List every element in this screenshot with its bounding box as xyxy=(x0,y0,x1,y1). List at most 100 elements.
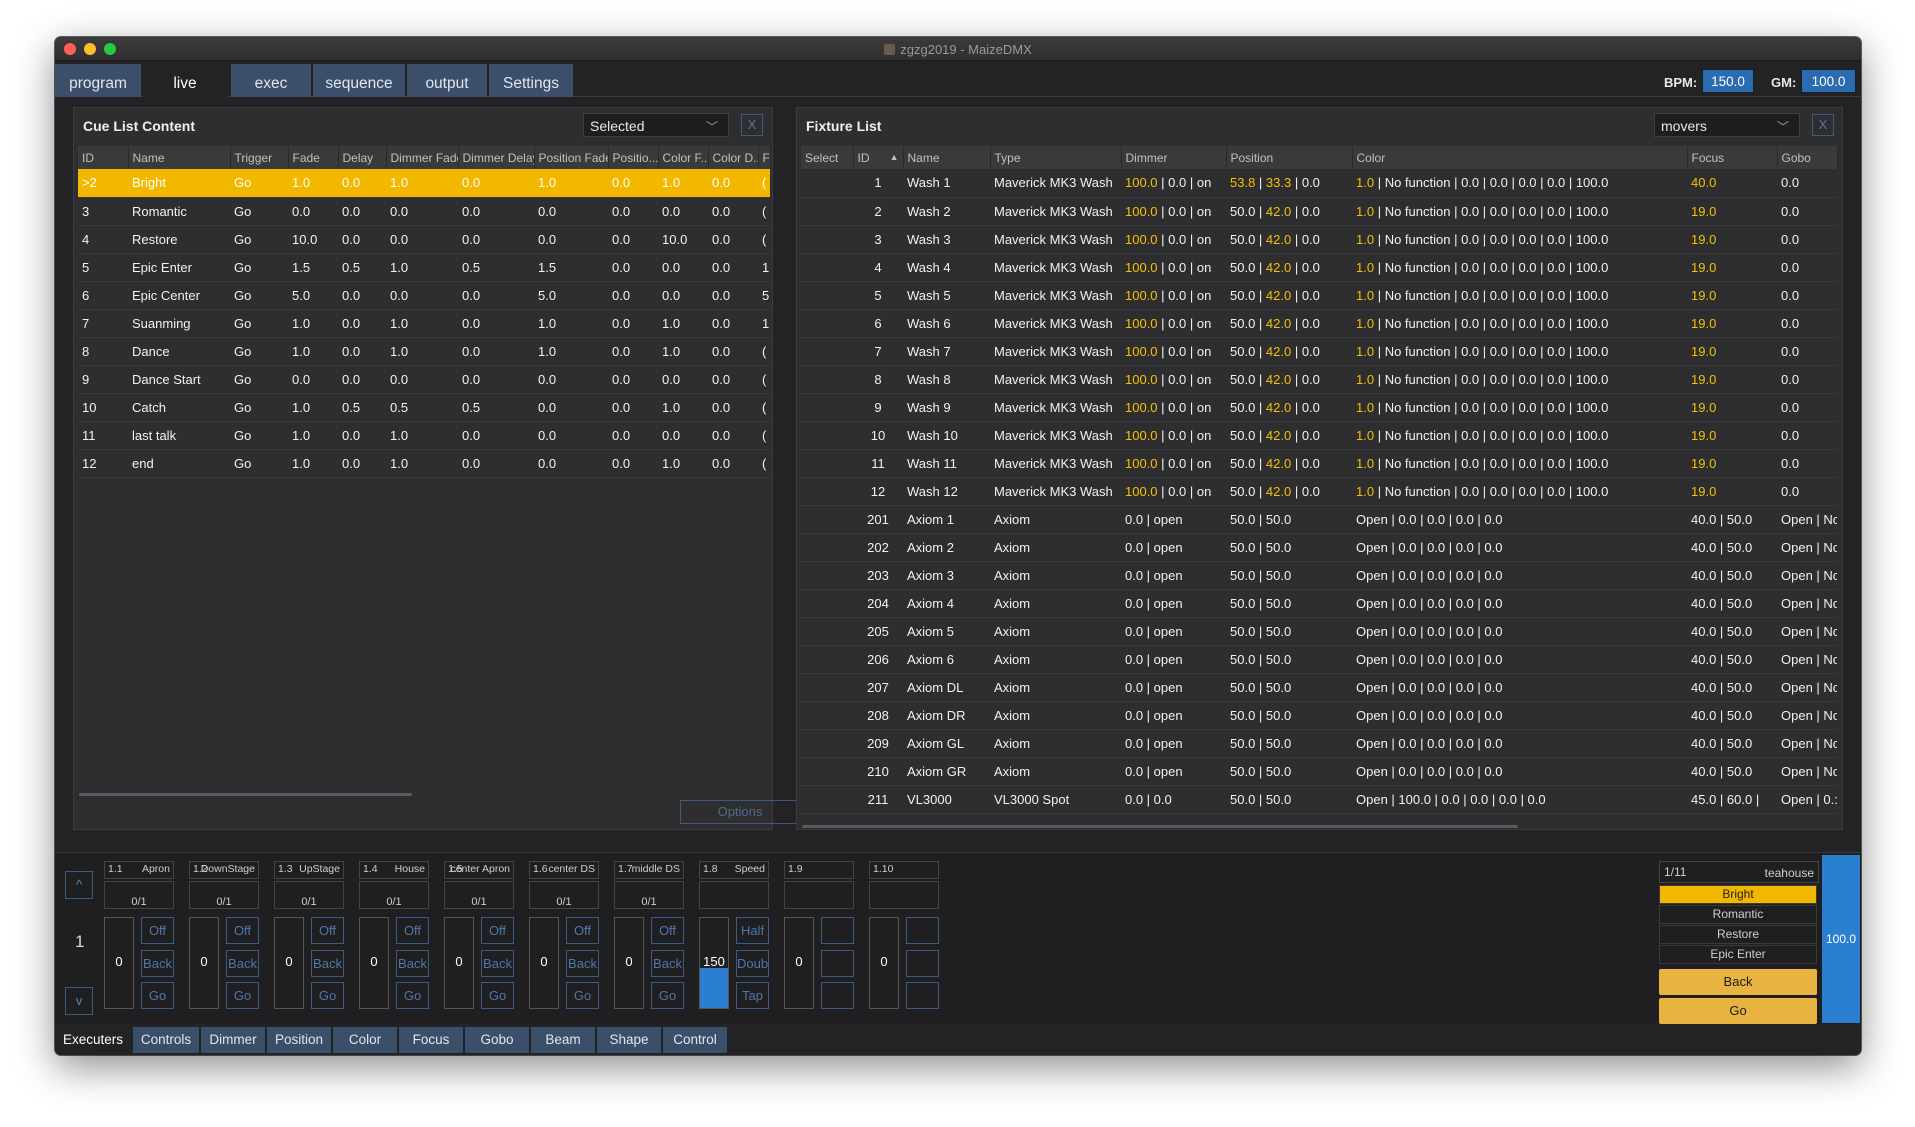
table-row[interactable]: 6 Wash 6 Maverick MK3 Wash 100.0 | 0.0 | on… xyxy=(801,309,1837,338)
bpm-field[interactable]: 150.0 xyxy=(1702,69,1754,93)
table-row[interactable]: 202 Axiom 2 Axiom 0.0 | open 50.0 | 50.0 Open… xyxy=(801,533,1837,562)
bottom-tab-gobo[interactable]: Gobo xyxy=(465,1027,529,1053)
bottom-tab-executers[interactable]: Executers xyxy=(55,1027,131,1053)
bottom-tab-focus[interactable]: Focus xyxy=(399,1027,463,1053)
column-header[interactable]: Trigger xyxy=(230,146,289,169)
column-header[interactable]: Delay xyxy=(338,146,387,169)
executor-fader[interactable]: 0 xyxy=(614,917,644,1009)
column-header[interactable]: Color xyxy=(1352,146,1688,169)
table-row[interactable]: 207 Axiom DL Axiom 0.0 | open 50.0 | 50.0 Ope… xyxy=(801,673,1837,702)
close-panel-button[interactable]: X xyxy=(741,114,763,136)
grand-master-fader[interactable]: 100.0 xyxy=(1822,855,1860,1023)
executor-button-3[interactable]: Go xyxy=(566,982,599,1009)
column-header[interactable]: F xyxy=(758,146,771,169)
column-header[interactable]: Select xyxy=(801,146,854,169)
executor-fader[interactable]: 0 xyxy=(529,917,559,1009)
table-row[interactable]: 205 Axiom 5 Axiom 0.0 | open 50.0 | 50.0 Open… xyxy=(801,617,1837,646)
go-button[interactable]: Go xyxy=(1659,998,1817,1024)
table-row[interactable]: 204 Axiom 4 Axiom 0.0 | open 50.0 | 50.0 Open… xyxy=(801,589,1837,618)
column-header[interactable]: Fade xyxy=(288,146,339,169)
executor-fader[interactable]: 0 xyxy=(444,917,474,1009)
table-row[interactable]: 6 Epic Center Go 5.0 0.0 0.0 0.0 5.0 0.0 0.0 0.0 5 xyxy=(78,281,770,310)
table-row[interactable]: 7 Suanming Go 1.0 0.0 1.0 0.0 1.0 0.0 1.0 0.0 1 xyxy=(78,309,770,338)
executor-fader[interactable]: 0 xyxy=(869,917,899,1009)
table-row[interactable]: 201 Axiom 1 Axiom 0.0 | open 50.0 | 50.0 Open… xyxy=(801,505,1837,534)
table-row[interactable]: 10 Catch Go 1.0 0.5 0.5 0.5 0.0 0.0 1.0 0.0( xyxy=(78,393,770,422)
column-header[interactable]: Dimmer xyxy=(1121,146,1227,169)
options-button[interactable]: Options xyxy=(680,800,800,824)
table-row[interactable]: 206 Axiom 6 Axiom 0.0 | open 50.0 | 50.0 Open… xyxy=(801,645,1837,674)
executor-button-2[interactable] xyxy=(906,950,939,977)
horizontal-scrollbar[interactable] xyxy=(802,825,1518,828)
executor-button-2[interactable] xyxy=(821,950,854,977)
executor-fader[interactable]: 0 xyxy=(104,917,134,1009)
page-up-button[interactable]: ^ xyxy=(65,871,93,899)
table-row[interactable]: 8 Dance Go 1.0 0.0 1.0 0.0 1.0 0.0 1.0 0.0( xyxy=(78,337,770,366)
executor-button-1[interactable]: Off xyxy=(651,917,684,944)
executor-fader[interactable]: 0 xyxy=(359,917,389,1009)
bottom-tab-controls[interactable]: Controls xyxy=(133,1027,199,1053)
tab-exec[interactable]: exec xyxy=(231,64,311,97)
table-row[interactable]: 208 Axiom DR Axiom 0.0 | open 50.0 | 50.0 Ope… xyxy=(801,701,1837,730)
executor-button-1[interactable]: Off xyxy=(311,917,344,944)
column-header[interactable]: Dimmer Delay xyxy=(458,146,535,169)
table-row[interactable]: 4 Restore Go 10.0 0.0 0.0 0.0 0.0 0.0 10.0 0.0( xyxy=(78,225,770,254)
bottom-tab-beam[interactable]: Beam xyxy=(531,1027,595,1053)
cue-stack-item[interactable]: Bright xyxy=(1659,885,1817,904)
executor-button-1[interactable] xyxy=(906,917,939,944)
bottom-tab-position[interactable]: Position xyxy=(267,1027,331,1053)
executor-button-2[interactable]: Back xyxy=(566,950,599,977)
column-header[interactable]: Dimmer Fade xyxy=(386,146,459,169)
tab-output[interactable]: output xyxy=(407,64,487,97)
executor-button-2[interactable]: Back xyxy=(141,950,174,977)
executor-button-1[interactable]: Off xyxy=(396,917,429,944)
executor-button-1[interactable]: Off xyxy=(566,917,599,944)
executor-button-3[interactable]: Go xyxy=(651,982,684,1009)
table-row[interactable]: 4 Wash 4 Maverick MK3 Wash 100.0 | 0.0 | on… xyxy=(801,253,1837,282)
cue-list-selector[interactable]: Selected ﹀ xyxy=(583,113,729,137)
tab-live[interactable]: live xyxy=(143,64,227,97)
table-row[interactable]: 5 Wash 5 Maverick MK3 Wash 100.0 | 0.0 | on… xyxy=(801,281,1837,310)
column-header[interactable]: ID ▲ xyxy=(853,146,904,169)
executor-button-3[interactable]: Go xyxy=(141,982,174,1009)
table-row[interactable]: 9 Dance Start Go 0.0 0.0 0.0 0.0 0.0 0.0 0.0 0.0( xyxy=(78,365,770,394)
executor-button-2[interactable]: Back xyxy=(396,950,429,977)
executor-button-2[interactable]: Back xyxy=(311,950,344,977)
column-header[interactable]: Gobo xyxy=(1777,146,1838,169)
table-row[interactable]: 12 end Go 1.0 0.0 1.0 0.0 0.0 0.0 1.0 0.0( xyxy=(78,449,770,478)
fixture-group-selector[interactable]: movers ﹀ xyxy=(1654,113,1800,137)
column-header[interactable]: Position xyxy=(1226,146,1353,169)
table-row[interactable]: 3 Wash 3 Maverick MK3 Wash 100.0 | 0.0 | on… xyxy=(801,225,1837,254)
executor-button-3[interactable]: Go xyxy=(311,982,344,1009)
table-row[interactable]: 2 Wash 2 Maverick MK3 Wash 100.0 | 0.0 | on… xyxy=(801,197,1837,226)
executor-fader[interactable]: 0 xyxy=(784,917,814,1009)
column-header[interactable]: Color D... xyxy=(708,146,759,169)
table-row[interactable]: 12 Wash 12 Maverick MK3 Wash 100.0 | 0.0 | … xyxy=(801,477,1837,506)
executor-button-1[interactable]: Off xyxy=(226,917,259,944)
executor-button-3[interactable]: Tap xyxy=(736,982,769,1009)
close-panel-button[interactable]: X xyxy=(1812,114,1834,136)
table-row[interactable]: 9 Wash 9 Maverick MK3 Wash 100.0 | 0.0 | on… xyxy=(801,393,1837,422)
horizontal-scrollbar[interactable] xyxy=(79,793,412,796)
column-header[interactable]: Name xyxy=(128,146,231,169)
executor-button-1[interactable]: Off xyxy=(481,917,514,944)
executor-button-3[interactable] xyxy=(906,982,939,1009)
executor-button-3[interactable]: Go xyxy=(481,982,514,1009)
executor-button-2[interactable]: Back xyxy=(651,950,684,977)
bottom-tab-control[interactable]: Control xyxy=(663,1027,727,1053)
tab-program[interactable]: program xyxy=(55,64,141,97)
column-header[interactable]: Type xyxy=(990,146,1122,169)
table-row[interactable]: 209 Axiom GL Axiom 0.0 | open 50.0 | 50.0 Ope… xyxy=(801,729,1837,758)
executor-button-3[interactable]: Go xyxy=(396,982,429,1009)
cue-stack-item[interactable]: Epic Enter xyxy=(1659,945,1817,964)
column-header[interactable]: Focus xyxy=(1687,146,1778,169)
page-down-button[interactable]: v xyxy=(65,987,93,1015)
cue-stack-item[interactable]: Romantic xyxy=(1659,905,1817,924)
executor-fader[interactable]: 0 xyxy=(274,917,304,1009)
executor-fader[interactable]: 150 xyxy=(699,917,729,1009)
table-row[interactable]: 8 Wash 8 Maverick MK3 Wash 100.0 | 0.0 | on… xyxy=(801,365,1837,394)
bottom-tab-shape[interactable]: Shape xyxy=(597,1027,661,1053)
executor-button-1[interactable]: Off xyxy=(141,917,174,944)
table-row[interactable]: 203 Axiom 3 Axiom 0.0 | open 50.0 | 50.0 Open… xyxy=(801,561,1837,590)
executor-button-1[interactable] xyxy=(821,917,854,944)
